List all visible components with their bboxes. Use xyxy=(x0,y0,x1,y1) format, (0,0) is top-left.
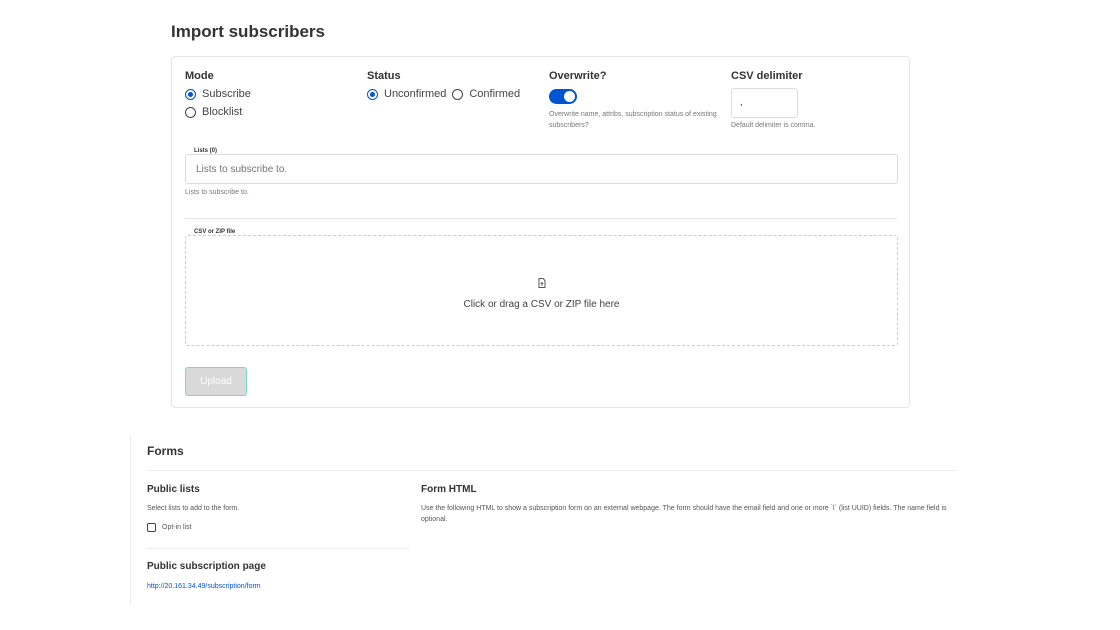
overwrite-help: Overwrite name, attribs, subscription st… xyxy=(549,111,717,129)
mode-blocklist-label: Blocklist xyxy=(202,106,243,118)
form-html-title: Form HTML xyxy=(421,484,477,495)
lists-help: Lists to subscribe to. xyxy=(185,189,249,196)
radio-selected-icon[interactable] xyxy=(185,88,196,100)
delimiter-input[interactable]: , xyxy=(731,88,798,118)
public-lists-divider xyxy=(147,548,409,549)
file-drop-prompt: Click or drag a CSV or ZIP file here xyxy=(463,299,620,310)
status-radios: Unconfirmed Confirmed xyxy=(367,88,520,100)
opt-in-list-checkbox[interactable]: Opt-in list xyxy=(147,522,192,533)
lists-legend: Lists (0) xyxy=(192,148,220,154)
forms-section: Forms Public lists Select lists to add t… xyxy=(130,436,957,604)
overwrite-toggle[interactable] xyxy=(549,89,577,104)
file-dropzone[interactable]: CSV or ZIP file Click or drag a CSV or Z… xyxy=(185,229,898,346)
delimiter-help: Default delimiter is comma. xyxy=(731,122,816,129)
radio-unselected-icon[interactable] xyxy=(185,106,196,118)
forms-divider xyxy=(147,470,957,471)
forms-title: Forms xyxy=(147,444,184,458)
mode-label: Mode xyxy=(185,70,214,82)
public-page-title: Public subscription page xyxy=(147,561,266,572)
file-legend: CSV or ZIP file xyxy=(192,229,238,235)
mode-subscribe-radio[interactable]: Subscribe xyxy=(185,88,251,100)
divider xyxy=(185,218,897,219)
import-card: Mode Subscribe Blocklist Status Unconfir… xyxy=(171,56,910,408)
status-confirmed-radio[interactable] xyxy=(452,88,464,100)
upload-button[interactable]: Upload xyxy=(185,367,247,396)
mode-blocklist-radio[interactable]: Blocklist xyxy=(185,106,251,118)
lists-field[interactable]: Lists (0) xyxy=(185,148,898,184)
form-html-help: Use the following HTML to show a subscri… xyxy=(421,505,947,523)
checkbox-icon[interactable] xyxy=(147,523,156,532)
status-label: Status xyxy=(367,70,401,82)
public-page-link[interactable]: http://20.161.34.49/subscription/form xyxy=(147,581,261,592)
overwrite-group: Overwrite? Overwrite name, attribs, subs… xyxy=(549,70,724,131)
delimiter-group: CSV delimiter , Default delimiter is com… xyxy=(731,70,815,131)
status-confirmed-label: Confirmed xyxy=(469,88,521,100)
opt-in-list-label: Opt-in list xyxy=(162,524,192,531)
lists-input[interactable] xyxy=(194,163,798,176)
delimiter-label: CSV delimiter xyxy=(731,70,803,82)
mode-group: Mode Subscribe Blocklist xyxy=(185,70,251,118)
status-group: Status Unconfirmed Confirmed xyxy=(367,70,520,100)
public-lists-title: Public lists xyxy=(147,484,200,495)
status-unconfirmed-label: Unconfirmed xyxy=(384,88,447,100)
status-unconfirmed-radio[interactable] xyxy=(367,88,378,100)
file-upload-icon xyxy=(186,278,897,291)
page-title: Import subscribers xyxy=(171,22,325,41)
mode-subscribe-label: Subscribe xyxy=(202,88,251,100)
public-lists-help: Select lists to add to the form. xyxy=(147,505,240,512)
overwrite-label: Overwrite? xyxy=(549,70,607,82)
